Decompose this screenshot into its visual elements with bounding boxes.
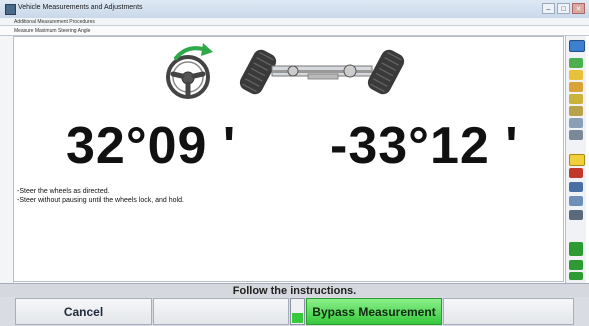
level-meter: [290, 298, 305, 325]
vehicle-spec-icon[interactable]: [569, 58, 583, 68]
home-icon[interactable]: [569, 130, 583, 140]
left-steer-angle: 32°09 ': [66, 117, 237, 175]
alignment-icon[interactable]: [569, 272, 583, 280]
maximize-button[interactable]: □: [557, 3, 570, 14]
right-toolbar: [565, 36, 586, 283]
adjust-icon[interactable]: [569, 82, 583, 92]
help-icon[interactable]: [569, 40, 585, 52]
print-icon[interactable]: [569, 94, 583, 104]
function-button-4[interactable]: [443, 298, 574, 325]
bypass-measurement-button[interactable]: Bypass Measurement: [306, 298, 442, 325]
app-icon: [5, 4, 16, 15]
axle-icon: [239, 49, 405, 95]
instruction-line: -Steer the wheels as directed.: [17, 188, 110, 195]
caster-icon[interactable]: [569, 196, 583, 206]
breadcrumb-level-2: Measure Maximum Steering Angle: [0, 26, 589, 36]
rotate-arrow-icon: [174, 43, 213, 60]
status-message: Follow the instructions.: [0, 283, 589, 297]
toe-icon[interactable]: [569, 242, 583, 256]
window-title: Vehicle Measurements and Adjustments: [18, 4, 143, 11]
tire-icon[interactable]: [569, 106, 583, 116]
sensor-icon[interactable]: [569, 182, 583, 192]
title-bar: Vehicle Measurements and Adjustments – □…: [0, 0, 589, 19]
minimize-button[interactable]: –: [542, 3, 555, 14]
breadcrumb-level-1: Additional Measurement Procedures: [0, 18, 589, 26]
steer-angle-icon[interactable]: [569, 154, 585, 166]
settings-icon[interactable]: [569, 168, 583, 178]
report-icon[interactable]: [569, 118, 583, 128]
instruction-line: -Steer without pausing until the wheels …: [17, 197, 184, 204]
readings-icon[interactable]: [569, 70, 583, 80]
cancel-button[interactable]: Cancel: [15, 298, 152, 325]
left-margin: [0, 36, 14, 283]
level-meter-fill: [292, 312, 303, 323]
function-button-2[interactable]: [153, 298, 289, 325]
camera-icon[interactable]: [569, 210, 583, 220]
close-button[interactable]: ✕: [572, 3, 585, 14]
window-controls: – □ ✕: [542, 3, 585, 14]
right-steer-angle: -33°12 ': [330, 117, 519, 175]
camber-icon[interactable]: [569, 260, 583, 270]
